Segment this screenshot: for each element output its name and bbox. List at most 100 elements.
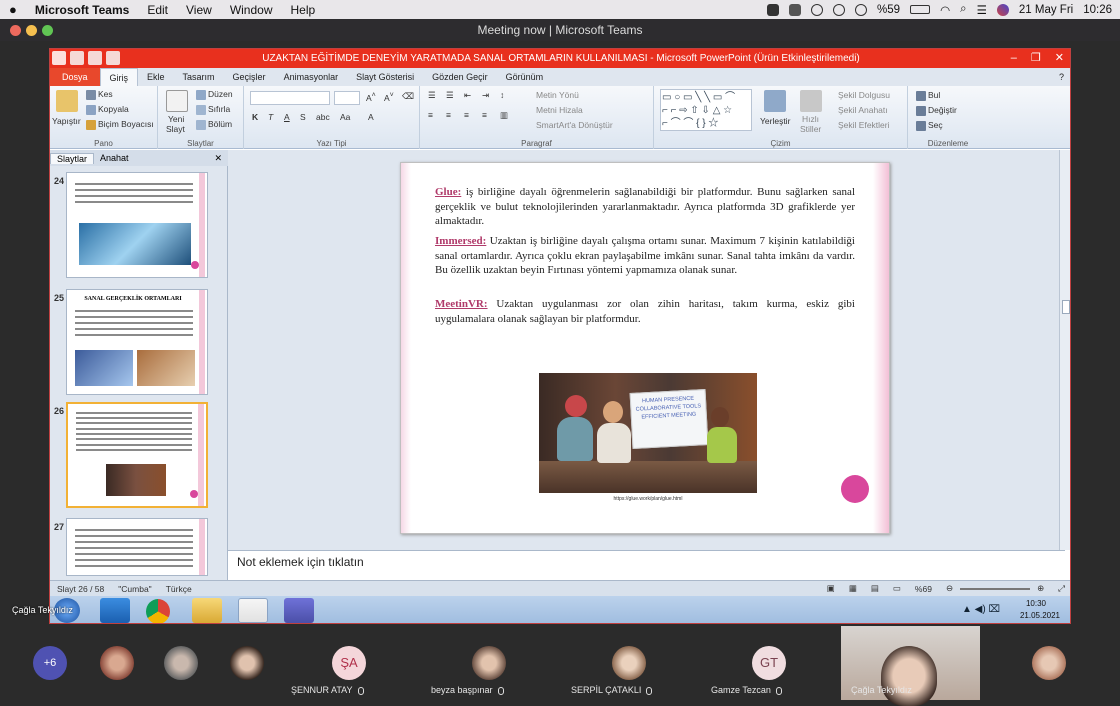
tab-animasyonlar[interactable]: Animasyonlar (275, 68, 348, 86)
tab-gecisler[interactable]: Geçişler (224, 68, 275, 86)
tray-icons[interactable]: ▲ ◀) ⌧ (962, 604, 1000, 615)
text-direction-button[interactable]: Metin Yönü (536, 90, 579, 100)
tool-icon[interactable] (811, 3, 824, 16)
layout-button[interactable]: Düzen (196, 89, 233, 100)
zoom-out-icon[interactable]: ⊖ (939, 583, 960, 594)
shrink-font-icon[interactable]: A˅ (384, 91, 394, 103)
menu-help[interactable]: Help (282, 3, 325, 17)
menubar-time[interactable]: 10:26 (1083, 4, 1112, 16)
help-icon[interactable]: ? (1059, 72, 1070, 82)
tab-gozden-gecir[interactable]: Gözden Geçir (423, 68, 497, 86)
align-center-icon[interactable]: ≡ (446, 110, 451, 120)
participant-avatar[interactable] (1032, 646, 1066, 680)
quick-styles-label-2[interactable]: Stiller (800, 124, 821, 134)
tab-slaytlar[interactable]: Slaytlar (50, 152, 95, 164)
bold-button[interactable]: K (252, 112, 258, 122)
tab-slayt-gosterisi[interactable]: Slayt Gösterisi (347, 68, 423, 86)
participant-avatar[interactable] (230, 646, 264, 680)
undo-icon[interactable] (88, 51, 102, 65)
numbering-icon[interactable]: ☰ (446, 90, 454, 101)
new-slide-label[interactable]: Yeni (168, 114, 184, 124)
line-spacing-icon[interactable]: ↕ (500, 90, 504, 100)
info-icon[interactable] (855, 3, 868, 16)
minimize-window-button[interactable] (26, 25, 37, 36)
search-icon[interactable]: ⌕ (960, 3, 966, 16)
participant-avatar[interactable]: GT (752, 646, 786, 680)
replace-button[interactable]: Değiştir (916, 105, 957, 116)
more-participants-avatar[interactable]: +6 (33, 646, 67, 680)
tab-anahat[interactable]: Anahat (94, 153, 135, 163)
tab-giris[interactable]: Giriş (99, 68, 139, 86)
outdent-icon[interactable]: ⇥ (482, 90, 489, 101)
minimize-icon[interactable]: – (1011, 49, 1017, 68)
slide-editor[interactable]: Glue: iş birliğine dayalı öğrenmelerin s… (228, 150, 1065, 550)
redo-icon[interactable] (106, 51, 120, 65)
vertical-scrollbar[interactable] (1059, 150, 1070, 550)
view-sorter-icon[interactable]: ▦ (842, 583, 864, 594)
columns-icon[interactable]: ▥ (500, 110, 508, 121)
menu-window[interactable]: Window (221, 3, 282, 17)
taskbar-time[interactable]: 10:30 (1026, 599, 1046, 608)
presenter-video-tile[interactable]: Çağla Tekyıldız (841, 626, 980, 706)
strikethrough-button[interactable]: S (300, 112, 306, 122)
bullets-icon[interactable]: ☰ (428, 90, 436, 101)
font-size-select[interactable] (334, 91, 360, 105)
zoom-slider[interactable] (960, 587, 1031, 590)
taskbar-date[interactable]: 21.05.2021 (1020, 611, 1060, 620)
shape-fill-button[interactable]: Şekil Dolgusu (838, 90, 890, 100)
align-right-icon[interactable]: ≡ (464, 110, 469, 120)
participant-avatar[interactable] (100, 646, 134, 680)
indent-icon[interactable]: ⇤ (464, 90, 471, 101)
cut-button[interactable]: Kes (86, 89, 113, 100)
arrange-icon[interactable] (764, 90, 786, 112)
control-center-icon[interactable]: ☰ (977, 3, 987, 17)
fit-window-icon[interactable]: ⤢ (1051, 583, 1070, 594)
view-reading-icon[interactable]: ▤ (864, 583, 886, 594)
view-slideshow-icon[interactable]: ▭ (886, 583, 908, 594)
arrange-button[interactable]: Yerleştir (760, 116, 790, 126)
wifi-icon[interactable]: ◠ (940, 3, 950, 17)
tab-dosya[interactable]: Dosya (50, 68, 100, 86)
slide-thumbnail-24[interactable] (66, 172, 208, 278)
slide-thumbnail-27[interactable] (66, 518, 208, 576)
italic-button[interactable]: T (268, 112, 273, 122)
quick-styles-label[interactable]: Hızlı (802, 114, 819, 124)
apple-icon[interactable]: ● (0, 2, 26, 17)
menubar-date[interactable]: 21 May Fri (1019, 4, 1073, 16)
paste-icon[interactable] (56, 90, 78, 112)
paragraph-glue[interactable]: Glue: iş birliğine dayalı öğrenmelerin s… (435, 185, 855, 229)
notes-pane[interactable]: Not eklemek için tıklatın (228, 550, 1065, 580)
quick-styles-icon[interactable] (800, 90, 822, 112)
reset-button[interactable]: Sıfırla (196, 104, 230, 115)
justify-icon[interactable]: ≡ (482, 110, 487, 120)
font-color-button[interactable]: A (368, 112, 374, 122)
scroll-thumb[interactable] (1062, 300, 1070, 314)
paragraph-immersed[interactable]: Immersed: Uzaktan iş birliğine dayalı ça… (435, 234, 855, 278)
underline-button[interactable]: A (284, 112, 290, 122)
zoom-level[interactable]: %69 (908, 584, 939, 594)
explorer-icon[interactable] (192, 598, 222, 623)
paragraph-meetinvr[interactable]: MeetinVR: Uzaktan uygulanması zor olan z… (435, 297, 855, 326)
close-window-button[interactable] (10, 25, 21, 36)
battery-icon[interactable] (910, 5, 931, 14)
save-icon[interactable] (70, 51, 84, 65)
case-button[interactable]: Aa (340, 112, 350, 122)
find-button[interactable]: Bul (916, 90, 940, 101)
current-slide[interactable]: Glue: iş birliğine dayalı öğrenmelerin s… (400, 162, 890, 534)
tab-ekle[interactable]: Ekle (138, 68, 174, 86)
teams-taskbar-icon[interactable] (284, 598, 314, 623)
participant-avatar[interactable] (472, 646, 506, 680)
restore-icon[interactable]: ❐ (1031, 49, 1041, 68)
menu-view[interactable]: View (177, 3, 221, 17)
shape-effects-button[interactable]: Şekil Efektleri (838, 120, 890, 130)
view-normal-icon[interactable]: ▣ (820, 583, 842, 594)
align-text-button[interactable]: Metni Hizala (536, 105, 583, 115)
participant-avatar[interactable]: ŞA (332, 646, 366, 680)
section-button[interactable]: Bölüm (196, 119, 232, 130)
select-button[interactable]: Seç (916, 120, 943, 131)
smartart-button[interactable]: SmartArt'a Dönüştür (536, 120, 613, 130)
maximize-window-button[interactable] (42, 25, 53, 36)
close-icon[interactable]: ✕ (1055, 49, 1064, 68)
tab-tasarim[interactable]: Tasarım (174, 68, 224, 86)
close-panel-icon[interactable]: ✕ (208, 153, 228, 164)
